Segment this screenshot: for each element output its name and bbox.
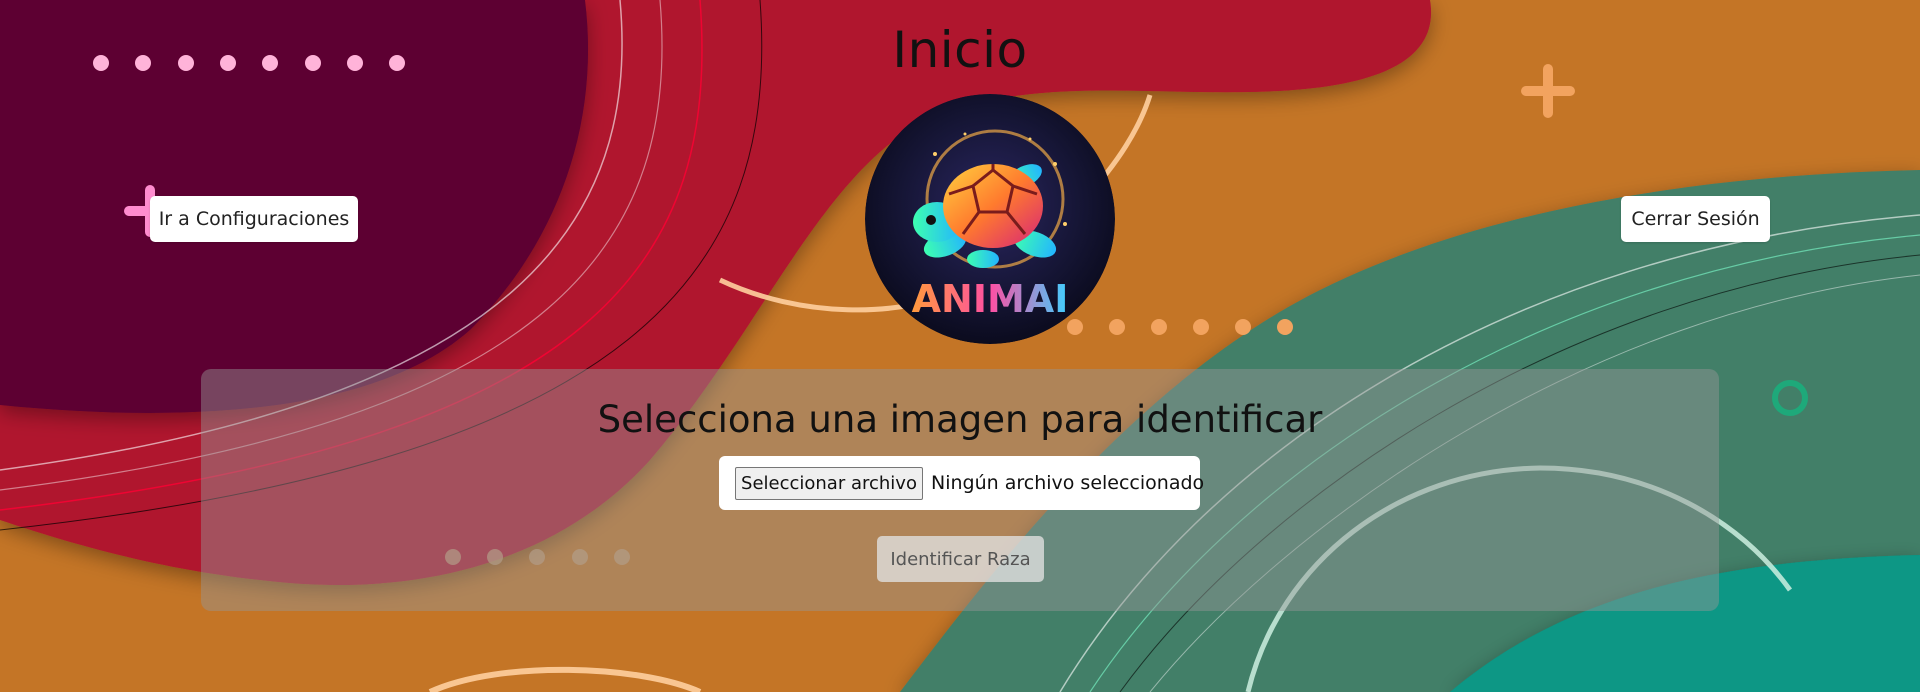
upload-panel: Selecciona una imagen para identificar S… xyxy=(201,369,1719,611)
page-title: Inicio xyxy=(892,21,1028,79)
upload-heading: Selecciona una imagen para identificar xyxy=(597,398,1323,441)
file-status-text: Ningún archivo seleccionado xyxy=(931,472,1205,494)
animai-logo: ANIMAI xyxy=(865,94,1115,344)
file-input[interactable]: Seleccionar archivo Ningún archivo selec… xyxy=(719,456,1204,510)
svg-text:ANIMAI: ANIMAI xyxy=(912,277,1069,321)
choose-file-button[interactable]: Seleccionar archivo xyxy=(735,467,923,500)
go-to-settings-button[interactable]: Ir a Configuraciones xyxy=(150,196,358,242)
page: Inicio Ir a Configuraciones Cerrar Sesió… xyxy=(0,0,1920,692)
logout-button[interactable]: Cerrar Sesión xyxy=(1621,196,1770,242)
identify-breed-button[interactable]: Identificar Raza xyxy=(877,536,1044,582)
